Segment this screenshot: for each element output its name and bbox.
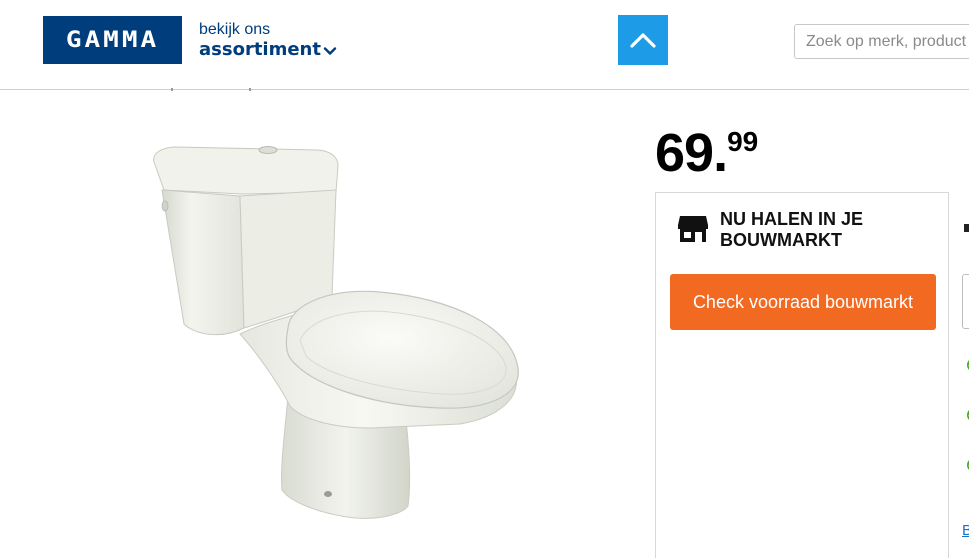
- delivery-icon: [964, 224, 969, 232]
- product-image[interactable]: [140, 128, 540, 548]
- check-circle-icon: [967, 410, 969, 420]
- assortment-menu-button[interactable]: bekijk ons assortiment: [199, 20, 337, 60]
- chevron-down-icon: [323, 46, 337, 55]
- scroll-to-top-button[interactable]: [618, 15, 668, 65]
- chevron-up-icon: [630, 33, 656, 48]
- price-main: 69.: [655, 123, 728, 183]
- postcode-input[interactable]: [962, 274, 969, 329]
- assortment-small-label: bekijk ons: [199, 21, 271, 38]
- search-input[interactable]: [794, 24, 969, 59]
- price-decimals: 99: [727, 126, 759, 157]
- breadcrumb: [165, 88, 265, 92]
- delivery-panel-cutoff: B: [950, 192, 969, 558]
- store-pickup-title: NU HALEN IN JE BOUWMARKT: [720, 209, 864, 250]
- site-header: GAMMA bekijk ons assortiment: [0, 0, 969, 92]
- product-price: 69.99: [655, 122, 758, 184]
- store-pickup-panel: NU HALEN IN JE BOUWMARKT Check voorraad …: [655, 192, 949, 558]
- delivery-info-link[interactable]: B: [962, 522, 969, 539]
- gamma-logo[interactable]: GAMMA: [43, 16, 182, 64]
- product-page: GAMMA bekijk ons assortiment Zoek op mer…: [0, 0, 969, 558]
- check-circle-icon: [967, 360, 969, 370]
- store-icon: [678, 216, 708, 242]
- check-stock-button[interactable]: Check voorraad bouwmarkt: [670, 274, 936, 330]
- check-circle-icon: [967, 460, 969, 470]
- assortment-big-label: assortiment: [199, 39, 321, 60]
- logo-text: GAMMA: [65, 27, 160, 53]
